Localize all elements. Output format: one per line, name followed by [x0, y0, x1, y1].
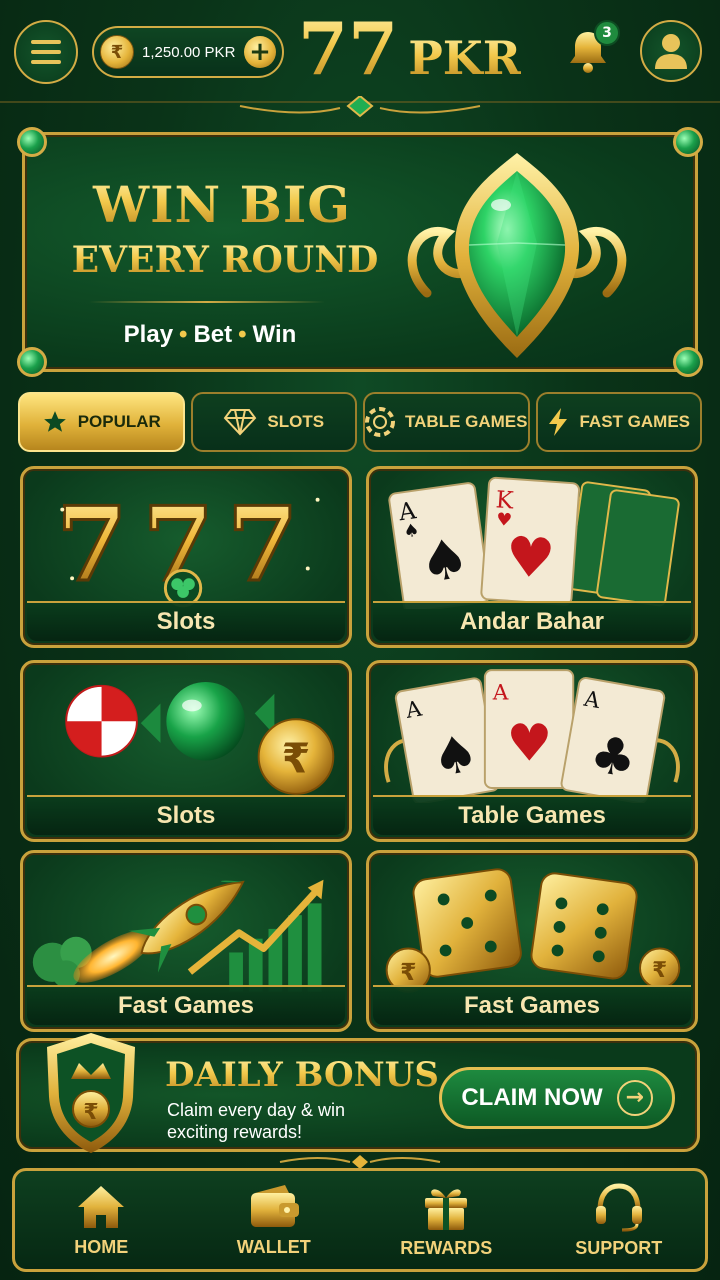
logo-number: 77 — [298, 6, 399, 91]
claim-now-label: CLAIM NOW — [461, 1084, 603, 1111]
nav-support-label: SUPPORT — [575, 1237, 663, 1258]
svg-text:♥: ♥ — [503, 524, 557, 591]
balance-amount: 1,250.00 PKR — [142, 43, 236, 61]
svg-text:♥: ♥ — [506, 714, 552, 773]
app-logo: 77 PKR — [298, 6, 521, 96]
chip-icon — [365, 407, 396, 437]
daily-bonus-panel: ₹ DAILY BONUS Claim every day & win exci… — [16, 1033, 700, 1153]
three-aces-icon: A ♠ A ♥ A ♣ — [384, 669, 680, 803]
game-card-slots-candy[interactable]: ₹ Slots — [20, 660, 352, 842]
daily-bonus-description: Claim every day & win exciting rewards! — [167, 1100, 346, 1142]
svg-text:A: A — [492, 681, 509, 706]
svg-text:₹: ₹ — [83, 1100, 98, 1125]
tab-fast-games[interactable]: FAST GAMES — [535, 392, 702, 452]
notification-badge: 3 — [594, 20, 620, 46]
headset-icon — [595, 1182, 642, 1231]
emerald-corner-icon — [673, 347, 703, 377]
tab-fast-games-label: FAST GAMES — [579, 412, 690, 431]
emerald-corner-icon — [17, 347, 47, 377]
top-header: ₹ 1,250.00 PKR + 77 PKR 3 — [0, 0, 720, 118]
candy-coin-icon: ₹ — [65, 681, 335, 795]
hero-subtitle: Play • Bet • Win — [123, 321, 297, 348]
lucky-777-icon: 7 7 7 — [55, 484, 320, 608]
hero-divider — [89, 301, 325, 303]
gold-dice-icon: ₹ ₹ — [385, 868, 681, 993]
crown-shield-icon: ₹ — [47, 1033, 135, 1153]
add-funds-button[interactable]: + — [244, 36, 276, 68]
card-label-bar: Fast Games — [27, 985, 345, 1025]
hero-subtitle-play: Play — [123, 321, 174, 348]
hero-subtitle-bet: Bet — [193, 321, 233, 348]
menu-button[interactable] — [14, 20, 78, 84]
svg-text:7: 7 — [56, 485, 127, 605]
logo-currency: PKR — [408, 31, 522, 85]
nav-home[interactable]: HOME — [15, 1171, 188, 1269]
nav-home-label: HOME — [74, 1236, 129, 1257]
gift-icon — [425, 1188, 468, 1230]
svg-text:₹: ₹ — [652, 958, 667, 983]
tab-table-games[interactable]: TABLE GAMES — [363, 392, 530, 452]
tab-slots-label: SLOTS — [267, 412, 325, 431]
balance-pill[interactable]: ₹ 1,250.00 PKR + — [92, 26, 284, 78]
nav-wallet-label: WALLET — [236, 1236, 311, 1257]
star-icon — [43, 411, 66, 432]
card-label-bar: Slots — [27, 601, 345, 641]
rupee-coin-icon: ₹ — [100, 35, 134, 69]
diamond-icon — [224, 409, 257, 436]
lightning-icon — [549, 408, 568, 436]
daily-bonus-title: DAILY BONUS — [165, 1055, 439, 1095]
game-card-fast-games-rocket[interactable]: Fast Games — [20, 850, 352, 1032]
playing-cards-icon: A ♠ ♠ K ♥ ♥ — [388, 476, 680, 609]
claim-now-button[interactable]: CLAIM NOW → — [439, 1067, 675, 1129]
hero-subtitle-win: Win — [252, 321, 297, 348]
game-card-label: Table Games — [458, 802, 606, 829]
svg-text:₹: ₹ — [400, 958, 416, 986]
game-card-slots-777[interactable]: 7 7 7 Slots — [20, 466, 352, 648]
user-icon — [655, 34, 687, 69]
card-label-bar: Andar Bahar — [373, 601, 691, 641]
nav-wallet[interactable]: WALLET — [188, 1171, 361, 1269]
hero-banner[interactable]: WIN BIG EVERY ROUND Play • Bet • Win — [17, 127, 703, 377]
game-card-andar-bahar[interactable]: A ♠ ♠ K ♥ ♥ Andar Bahar — [366, 466, 698, 648]
tab-table-games-label: TABLE GAMES — [405, 412, 528, 431]
bottom-navigation: HOME WALLET REWARDS SUPPORT — [12, 1168, 708, 1272]
tab-popular-label: POPULAR — [77, 412, 161, 431]
game-card-label: Fast Games — [117, 992, 255, 1019]
emerald-corner-icon — [673, 127, 703, 157]
home-icon — [78, 1185, 125, 1228]
rocket-chart-icon — [32, 879, 324, 992]
svg-text:₹: ₹ — [282, 734, 311, 782]
nav-rewards-label: REWARDS — [400, 1237, 493, 1258]
profile-button[interactable] — [640, 20, 702, 82]
game-card-label: Fast Games — [463, 992, 601, 1019]
category-tabs: POPULAR SLOTS TABLE GAMES FAST GAMES — [18, 392, 702, 456]
wallet-icon — [250, 1184, 299, 1227]
card-label-bar: Fast Games — [373, 985, 691, 1025]
hamburger-icon — [31, 40, 61, 64]
game-card-label: Slots — [156, 802, 216, 829]
hero-title-line2: EVERY ROUND — [55, 239, 395, 281]
game-card-table-games[interactable]: A ♠ A ♥ A ♣ Table Games — [366, 660, 698, 842]
nav-rewards[interactable]: REWARDS — [360, 1171, 533, 1269]
hero-title-line1: WIN BIG — [77, 175, 367, 234]
emerald-corner-icon — [17, 127, 47, 157]
svg-text:♠: ♠ — [416, 525, 474, 595]
tab-slots[interactable]: SLOTS — [190, 392, 357, 452]
card-label-bar: Table Games — [373, 795, 691, 835]
emerald-gem-icon — [407, 153, 627, 358]
game-card-fast-games-dice[interactable]: ₹ ₹ Fast Games — [366, 850, 698, 1032]
svg-text:7: 7 — [227, 485, 298, 605]
nav-support[interactable]: SUPPORT — [533, 1171, 706, 1269]
game-card-label: Andar Bahar — [459, 608, 605, 635]
tab-popular[interactable]: POPULAR — [18, 392, 185, 452]
game-card-label: Slots — [156, 608, 216, 635]
card-label-bar: Slots — [27, 795, 345, 835]
header-divider-ornament — [0, 96, 720, 118]
arrow-right-icon: → — [616, 1080, 653, 1116]
